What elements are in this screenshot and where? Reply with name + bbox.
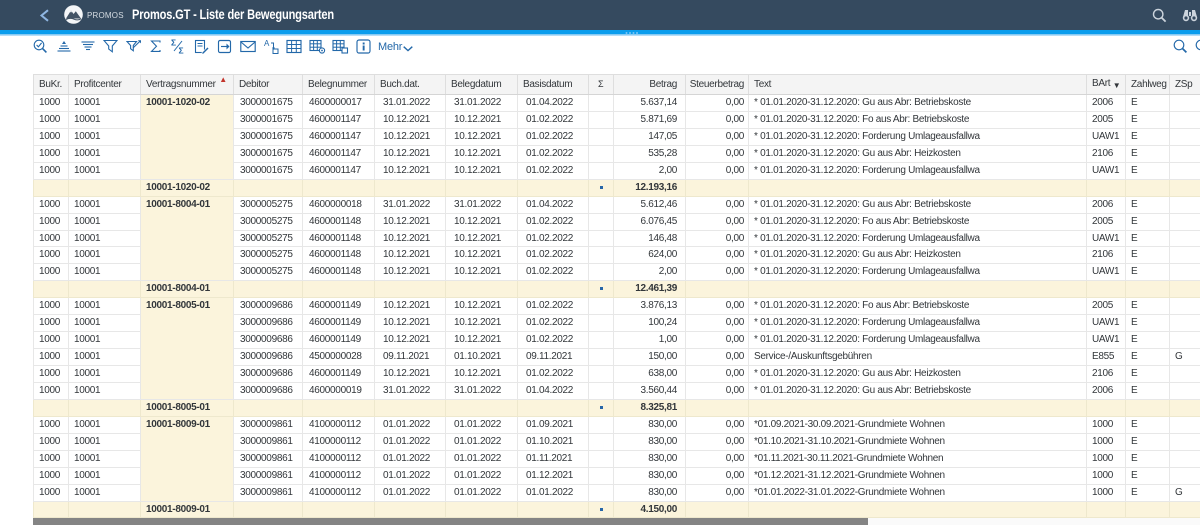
svg-text:Σ: Σ [179,46,184,55]
svg-text:A: A [264,39,270,48]
svg-text:Σ: Σ [171,39,176,48]
